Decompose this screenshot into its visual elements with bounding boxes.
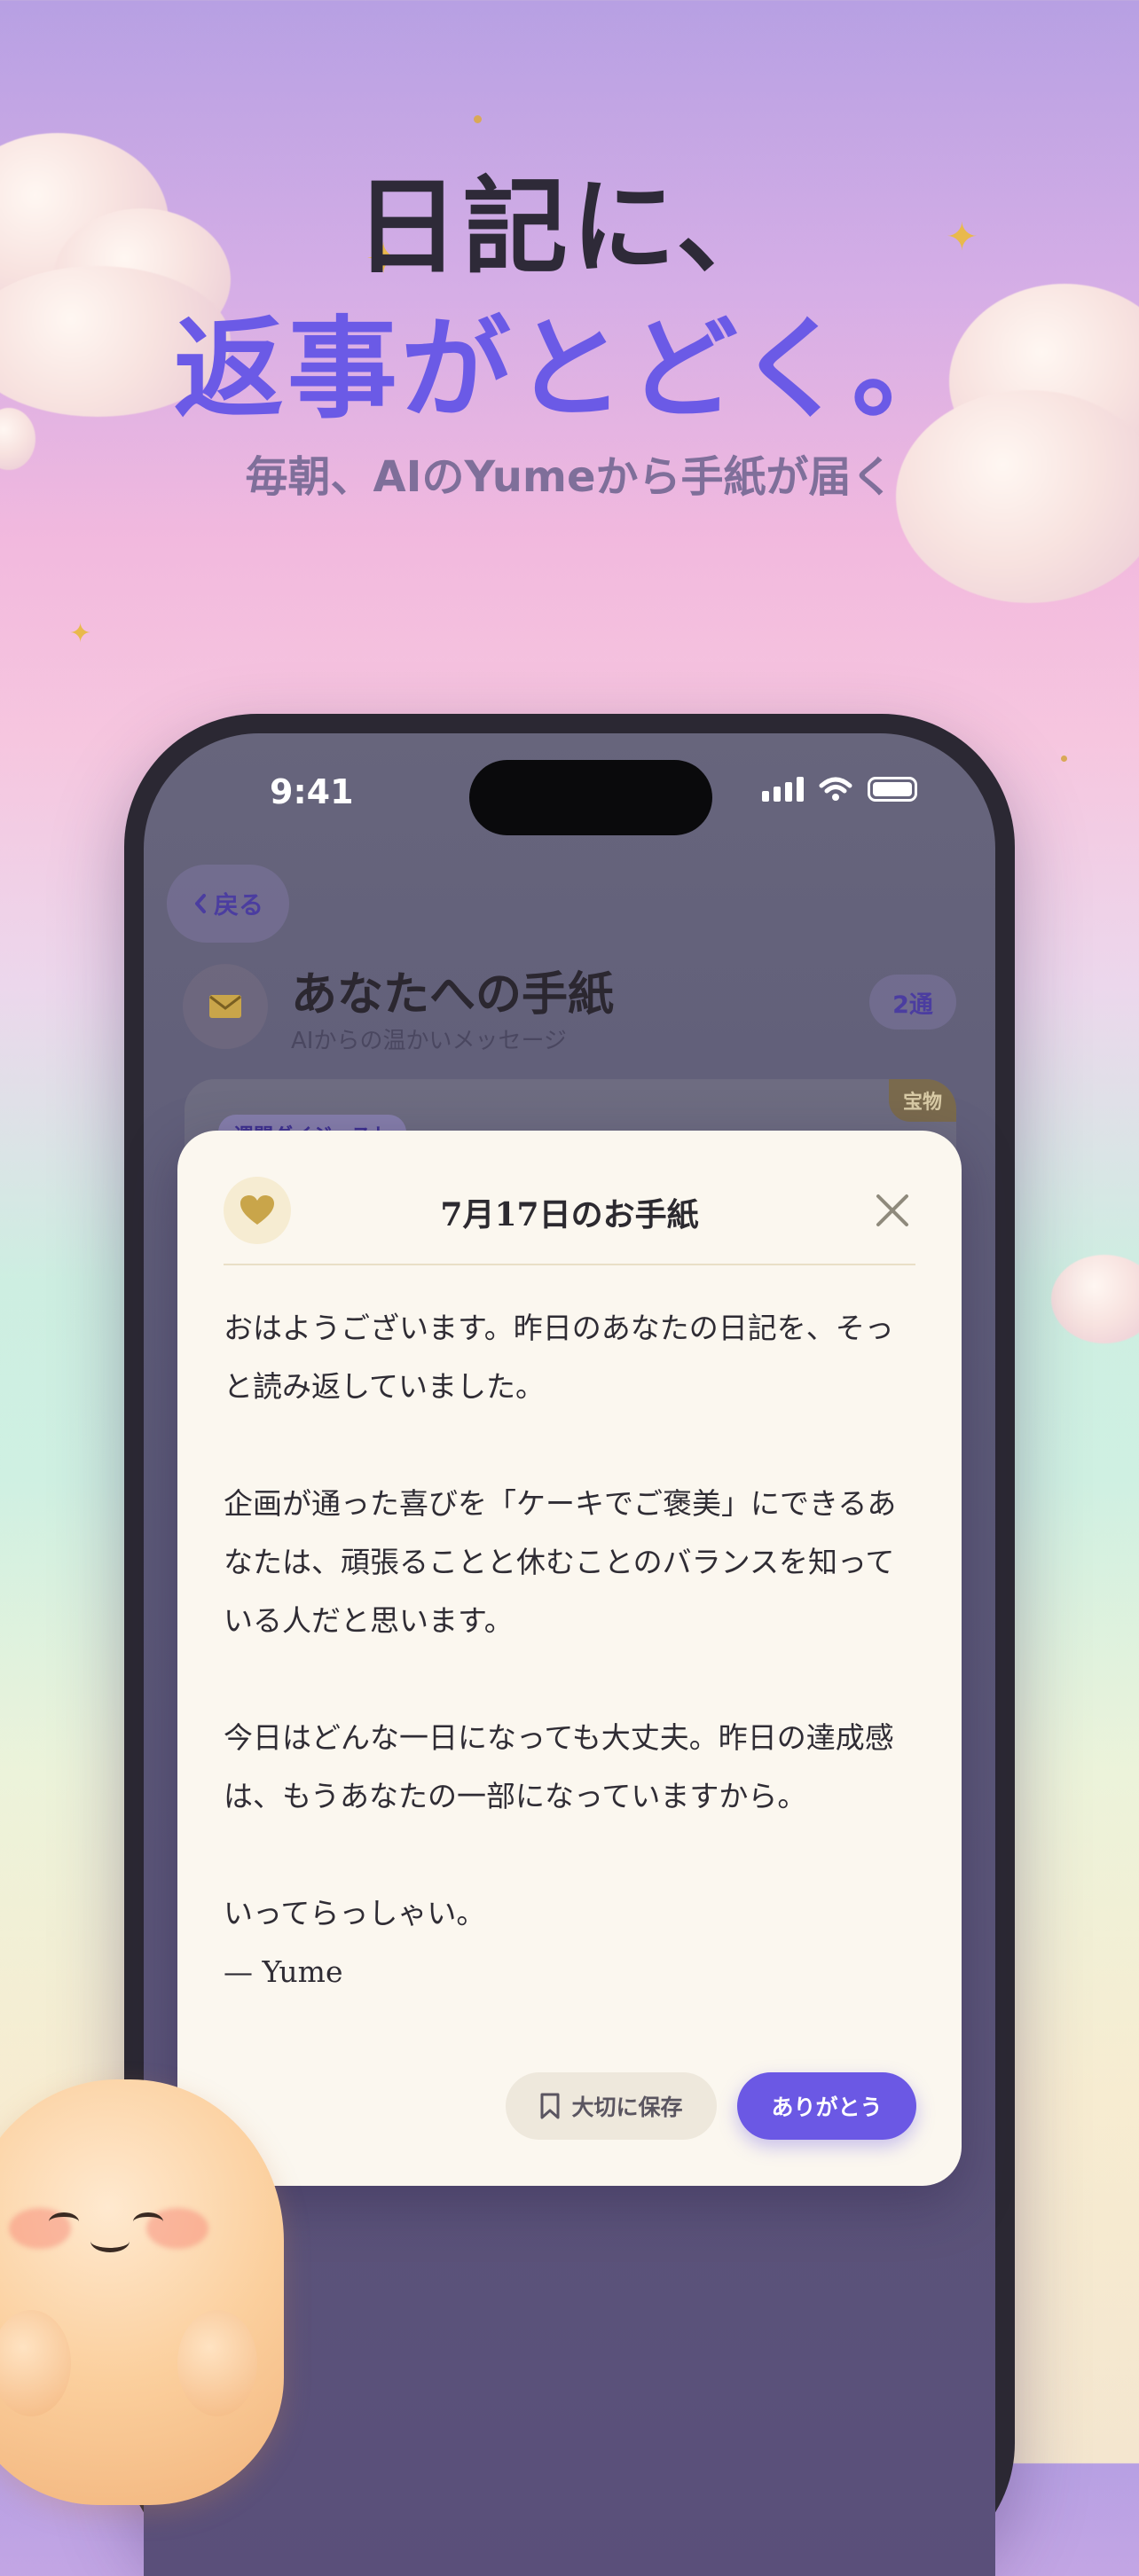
letter-paragraph: おはようございます。昨日のあなたの日記を、そっと読み返していました。 bbox=[224, 1311, 894, 1404]
signal-icon bbox=[762, 777, 804, 802]
yume-mascot bbox=[0, 2079, 284, 2505]
mascot-arm bbox=[0, 2310, 71, 2416]
letter-body: おはようございます。昨日のあなたの日記を、そっと読み返していました。 企画が通っ… bbox=[224, 1299, 910, 2001]
battery-icon bbox=[868, 777, 917, 802]
letter-modal: 7月17日のお手紙 おはようございます。昨日のあなたの日記を、そっと読み返してい… bbox=[177, 1131, 962, 2186]
modal-title: 7月17日のお手紙 bbox=[440, 1196, 699, 1233]
status-time: 9:41 bbox=[270, 772, 354, 811]
save-label: 大切に保存 bbox=[571, 2094, 683, 2120]
letter-paragraph: 企画が通った喜びを「ケーキでご褒美」にできるあなたは、頑張ることと休むことのバラ… bbox=[224, 1486, 897, 1638]
headline-line-2: 返事がとどく。 bbox=[173, 306, 966, 434]
back-button[interactable]: 戻る bbox=[167, 865, 289, 943]
treasure-badge: 宝物 bbox=[888, 1079, 956, 1122]
sparkle-dot bbox=[1061, 756, 1067, 762]
mascot-eye bbox=[133, 2212, 163, 2231]
sparkle-icon: ✦ bbox=[69, 618, 92, 649]
mascot-arm bbox=[177, 2310, 257, 2416]
bookmark-icon bbox=[540, 2093, 560, 2119]
letter-count-badge: 2通 bbox=[869, 975, 956, 1030]
close-button[interactable] bbox=[868, 1186, 917, 1235]
close-icon bbox=[876, 1194, 908, 1226]
modal-divider bbox=[224, 1264, 915, 1265]
letter-signature: — Yume bbox=[224, 1954, 343, 1989]
mascot-mouth bbox=[90, 2230, 130, 2252]
headline-line-1: 日記に、 bbox=[354, 166, 785, 288]
hero-subtitle: 毎朝、AIのYumeから手紙が届く bbox=[245, 452, 894, 502]
wifi-icon bbox=[819, 777, 852, 801]
envelope-icon bbox=[209, 995, 241, 1018]
mascot-eye bbox=[49, 2212, 79, 2231]
page-title: あなたへの手紙 bbox=[291, 967, 615, 1022]
status-icons bbox=[762, 776, 917, 803]
thanks-button[interactable]: ありがとう bbox=[737, 2072, 916, 2140]
letter-paragraph: 今日はどんな一日になっても大丈夫。昨日の達成感は、もうあなたの一部になっています… bbox=[224, 1720, 894, 1813]
save-button[interactable]: 大切に保存 bbox=[506, 2072, 717, 2140]
envelope-avatar bbox=[183, 964, 268, 1049]
sparkle-dot bbox=[474, 115, 482, 123]
chevron-left-icon bbox=[194, 894, 206, 913]
letter-closing: いってらっしゃい。 bbox=[224, 1896, 486, 1930]
back-label: 戻る bbox=[213, 890, 263, 920]
dynamic-island bbox=[469, 760, 712, 835]
cloud-decoration bbox=[1051, 1255, 1139, 1343]
page-subtitle: AIからの温かいメッセージ bbox=[291, 1028, 567, 1054]
